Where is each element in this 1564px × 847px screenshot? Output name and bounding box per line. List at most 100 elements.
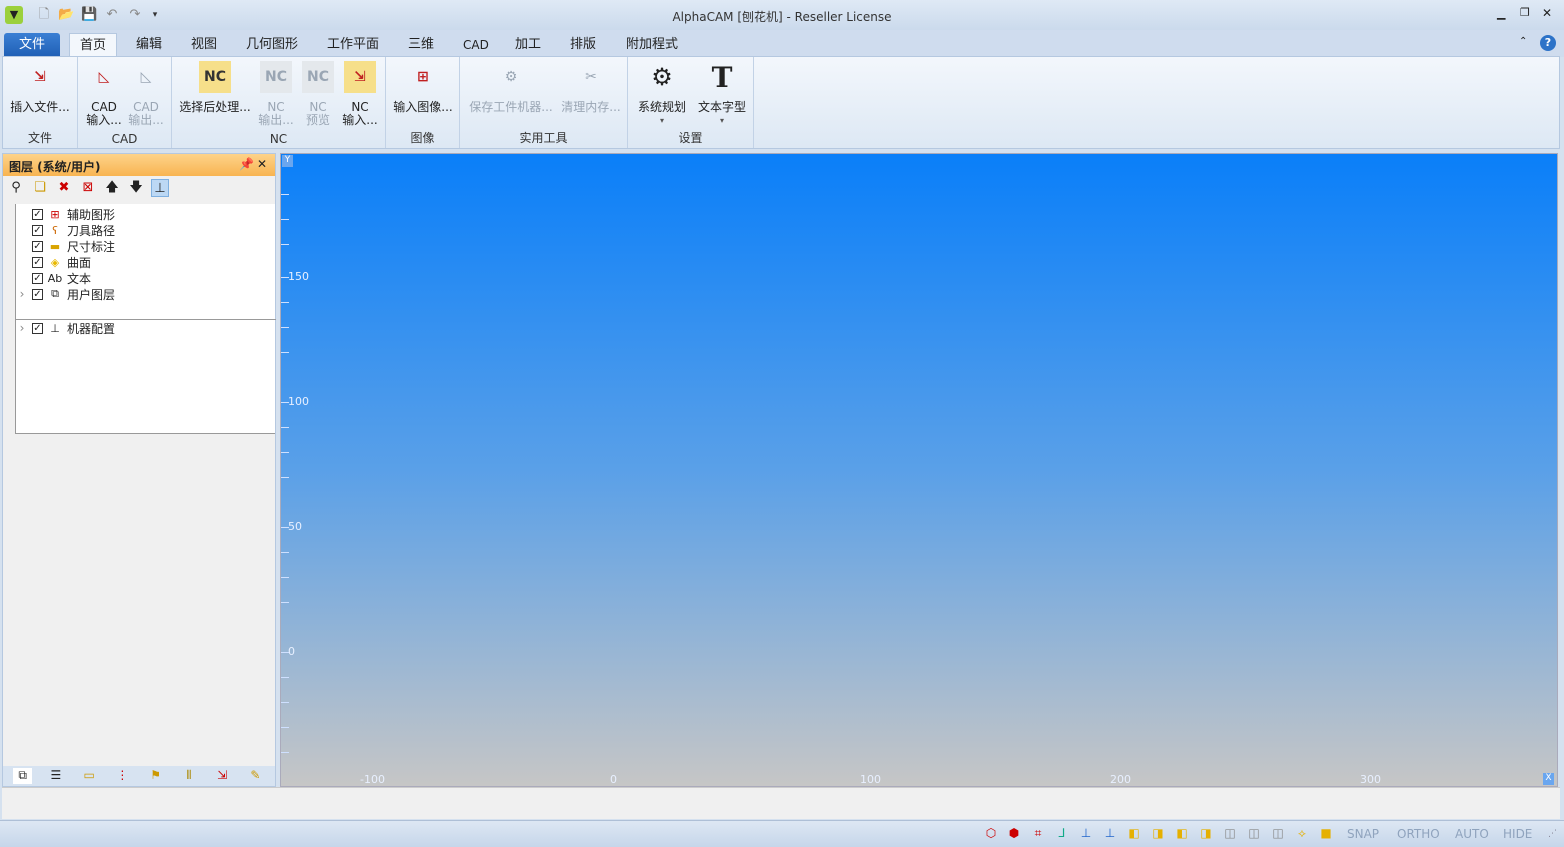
group-cad: ◺ CAD 输入... ◺ CAD 输出... CAD: [78, 57, 172, 148]
expand-icon[interactable]: ›: [16, 321, 28, 335]
tree-item-text[interactable]: ✓ Ab 文本: [16, 270, 91, 286]
cube-back-icon[interactable]: ◨: [1149, 826, 1167, 842]
text-font-button[interactable]: T 文本字型 ▾: [692, 61, 752, 127]
nc-tab-icon[interactable]: ⇲: [213, 768, 232, 784]
layers-tab-icon[interactable]: ⧉: [13, 768, 33, 784]
nc-preview-button[interactable]: NC NC 预览: [298, 61, 338, 127]
close-panel-icon[interactable]: ✕: [257, 157, 267, 171]
binoculars-icon[interactable]: ⚲: [7, 179, 25, 197]
checkbox[interactable]: ✓: [32, 322, 43, 334]
snap-toggle[interactable]: SNAP: [1347, 827, 1379, 841]
expand-icon[interactable]: ›: [16, 287, 28, 301]
checkbox[interactable]: ✓: [32, 240, 43, 252]
nc-output-button[interactable]: NC NC 输出...: [256, 61, 296, 127]
cube-wire-icon[interactable]: ◫: [1269, 826, 1287, 842]
ortho-toggle[interactable]: ORTHO: [1397, 827, 1440, 841]
hide-toggle[interactable]: HIDE: [1503, 827, 1532, 841]
nc-import-button[interactable]: ⇲ NC 输入...: [340, 61, 380, 127]
tree-tab-icon[interactable]: ⋮: [113, 768, 132, 784]
import-image-button[interactable]: ⊞ 输入图像...: [390, 61, 456, 114]
cube-front-icon[interactable]: ◧: [1125, 826, 1143, 842]
delete-layer-icon[interactable]: ✖: [55, 179, 73, 197]
checkbox[interactable]: ✓: [32, 224, 43, 236]
tab-home[interactable]: 首页: [69, 33, 118, 57]
collapse-ribbon-icon[interactable]: ⌃: [1519, 36, 1527, 47]
y-tick-label: 150: [288, 270, 309, 283]
tab-file[interactable]: 文件: [4, 33, 60, 57]
help-icon[interactable]: ?: [1540, 35, 1556, 51]
tab-view[interactable]: 视图: [181, 33, 227, 57]
pin-icon[interactable]: 📌: [239, 157, 254, 171]
tree-item-machine[interactable]: › ✓ ⊥ 机器配置: [16, 320, 115, 336]
group-file: ⇲ 插入文件... 文件: [3, 57, 78, 148]
axes-xy-icon[interactable]: ⅃: [1053, 826, 1071, 842]
save-part-machine-button[interactable]: ⚙ 保存工件机器...: [466, 61, 556, 114]
panel-header: 图层 (系统/用户) 📌 ✕: [3, 154, 275, 176]
tools-tab-icon[interactable]: ⫴: [179, 768, 198, 784]
button-label: 系统规划: [637, 100, 686, 114]
move-up-icon[interactable]: 🡅: [103, 179, 121, 197]
tab-cad[interactable]: CAD: [453, 33, 499, 57]
cad-export-button[interactable]: ◺ CAD 输出...: [126, 61, 166, 127]
workplane-icon[interactable]: ⟡: [1293, 826, 1311, 842]
axes-xz-icon[interactable]: ⊥: [1077, 826, 1095, 842]
item-label: 刀具路径: [67, 223, 116, 238]
button-label: 清理内存...: [561, 100, 621, 114]
restore-button[interactable]: ❐: [1520, 6, 1530, 19]
group-label: CAD: [111, 132, 138, 146]
operations-tab-icon[interactable]: ☰: [46, 768, 65, 784]
tab-geometry[interactable]: 几何图形: [236, 33, 308, 57]
close-button[interactable]: ✕: [1542, 6, 1552, 20]
delete-all-layers-icon[interactable]: ⊠: [79, 179, 97, 197]
tree-item-dimension[interactable]: ✓ ▬ 尺寸标注: [16, 238, 115, 254]
shade-icon[interactable]: ■: [1317, 826, 1335, 842]
axes-yz-icon[interactable]: ⊥: [1101, 826, 1119, 842]
item-label: 辅助图形: [67, 207, 116, 222]
button-label: 保存工件机器...: [469, 100, 553, 114]
minimize-button[interactable]: ▁: [1497, 7, 1505, 20]
auto-toggle[interactable]: AUTO: [1455, 827, 1489, 841]
cube-top-icon[interactable]: ◫: [1221, 826, 1239, 842]
view-3d-icon[interactable]: ⬡: [982, 826, 1000, 842]
resize-grip-icon[interactable]: ⋰: [1548, 829, 1557, 839]
cube-left-icon[interactable]: ◧: [1173, 826, 1191, 842]
insert-file-button[interactable]: ⇲ 插入文件...: [7, 61, 73, 114]
cube-bottom-icon[interactable]: ◫: [1245, 826, 1263, 842]
tree-item-toolpath[interactable]: ✓ ʕ 刀具路径: [16, 222, 115, 238]
item-label: 曲面: [67, 255, 92, 270]
panel-title: 图层 (系统/用户): [9, 160, 101, 174]
system-config-button[interactable]: ⚙ 系统规划 ▾: [632, 61, 692, 127]
x-tick-label: -100: [360, 773, 385, 786]
save-machine-icon: ⚙: [504, 68, 518, 85]
clear-memory-button[interactable]: ✂ 清理内存...: [558, 61, 624, 114]
tab-addins[interactable]: 附加程式: [616, 33, 688, 57]
tab-machining[interactable]: 加工: [505, 33, 551, 57]
machining-tab-icon[interactable]: ⚑: [146, 768, 165, 784]
layer-properties-icon[interactable]: ❏: [31, 179, 49, 197]
cube-right-icon[interactable]: ◨: [1197, 826, 1215, 842]
move-down-icon[interactable]: 🡇: [127, 179, 145, 197]
view-iso-icon[interactable]: ⬢: [1005, 826, 1023, 842]
cad-import-button[interactable]: ◺ CAD 输入...: [84, 61, 124, 127]
title-bar: ▼ 🗋 📂 💾 ↶ ↷ ▾ AlphaCAM [刨花机] - Reseller …: [0, 0, 1564, 30]
checkbox[interactable]: ✓: [32, 272, 43, 284]
checkbox[interactable]: ✓: [32, 208, 43, 220]
tree-item-surface[interactable]: ✓ ◈ 曲面: [16, 254, 91, 270]
parts-tab-icon[interactable]: ▭: [80, 768, 99, 784]
tab-workplane[interactable]: 工作平面: [317, 33, 389, 57]
wrench-tab-icon[interactable]: ✎: [246, 768, 265, 784]
checkbox[interactable]: ✓: [32, 256, 43, 268]
tree-item-user-layers[interactable]: › ✓ ⧉ 用户图层: [16, 286, 115, 302]
tab-nesting[interactable]: 排版: [560, 33, 606, 57]
select-post-button[interactable]: NC 选择后处理...: [176, 61, 254, 114]
machine-layer-icon[interactable]: ⊥: [151, 179, 169, 197]
view-top-icon[interactable]: ⌗: [1029, 826, 1047, 842]
checkbox[interactable]: ✓: [32, 288, 43, 300]
group-label: 文件: [27, 131, 52, 145]
layer-tree: ✓ ⊞ 辅助图形 ✓ ʕ 刀具路径 ✓ ▬ 尺寸标注 ✓ ◈ 曲面 ✓ Ab 文本 › ✓ ⧉ 用户图层 …: [15, 204, 276, 434]
drawing-viewport[interactable]: Y 150 100 50 0 -100 0 100 200 300 X: [280, 153, 1558, 787]
tree-item-construction[interactable]: ✓ ⊞ 辅助图形: [16, 206, 115, 222]
y-tick-label: 0: [288, 645, 295, 658]
tab-edit[interactable]: 编辑: [126, 33, 172, 57]
tab-3d[interactable]: 三维: [398, 33, 444, 57]
